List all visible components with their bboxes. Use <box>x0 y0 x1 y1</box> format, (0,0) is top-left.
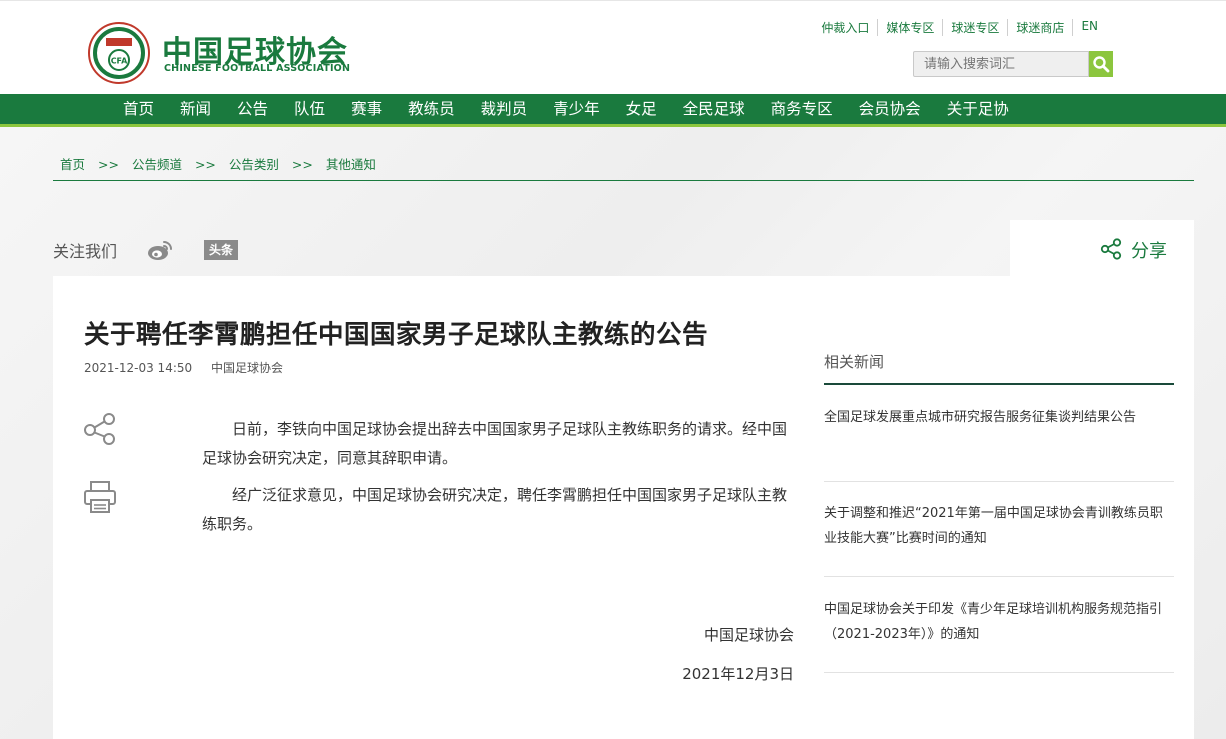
related-news-divider <box>824 383 1174 385</box>
logo-subtitle: CHINESE FOOTBALL ASSOCIATION <box>164 63 351 74</box>
nav-grassroots[interactable]: 全民足球 <box>670 94 758 124</box>
link-english[interactable]: EN <box>1072 19 1106 36</box>
link-arbitration[interactable]: 仲裁入口 <box>813 19 877 36</box>
search-box <box>913 51 1113 77</box>
toutiao-icon[interactable]: 头条 <box>204 240 238 260</box>
search-button[interactable] <box>1089 51 1113 77</box>
link-media[interactable]: 媒体专区 <box>877 19 942 36</box>
share-box[interactable]: 分享 <box>1010 220 1194 276</box>
follow-label: 关注我们 <box>53 242 118 261</box>
search-input[interactable] <box>913 51 1089 77</box>
nav-youth[interactable]: 青少年 <box>540 94 613 124</box>
article-paragraph: 日前，李铁向中国足球协会提出辞去中国国家男子足球队主教练职务的请求。经中国足球协… <box>202 420 788 467</box>
article-source: 中国足球协会 <box>210 361 283 375</box>
emblem-text: CFA <box>111 57 128 66</box>
nav-teams[interactable]: 队伍 <box>281 94 338 124</box>
nav-home[interactable]: 首页 <box>110 94 167 124</box>
related-news-title: 相关新闻 <box>824 353 885 371</box>
related-news-item[interactable]: 全国足球发展重点城市研究报告服务征集谈判结果公告 <box>824 405 1174 430</box>
nav-matches[interactable]: 赛事 <box>338 94 395 124</box>
breadcrumb-category[interactable]: 公告类别 <box>229 157 279 172</box>
breadcrumb-home[interactable]: 首页 <box>60 157 85 172</box>
print-icon[interactable] <box>83 480 117 514</box>
article-meta: 2021-12-03 14:50 中国足球协会 <box>84 359 298 376</box>
breadcrumb-separator: >> <box>194 157 216 172</box>
nav-members[interactable]: 会员协会 <box>846 94 934 124</box>
link-fans[interactable]: 球迷专区 <box>942 19 1007 36</box>
related-news-separator <box>824 481 1174 482</box>
article-paragraph: 经广泛征求意见，中国足球协会研究决定，聘任李霄鹏担任中国国家男子足球队主教练职务… <box>202 486 788 533</box>
article-signature: 中国足球协会 <box>703 626 794 644</box>
related-news-item[interactable]: 中国足球协会关于印发《青少年足球培训机构服务规范指引（2021-2023年）》的… <box>824 597 1174 647</box>
breadcrumb-separator: >> <box>98 157 119 172</box>
related-news-separator <box>824 576 1174 577</box>
article-body: 日前，李铁向中国足球协会提出辞去中国国家男子足球队主教练职务的请求。经中国足球协… <box>202 415 796 547</box>
article-datetime: 2021-12-03 14:50 <box>84 361 193 375</box>
nav-referees[interactable]: 裁判员 <box>468 94 541 124</box>
breadcrumb-channel[interactable]: 公告频道 <box>132 157 182 172</box>
related-news-item[interactable]: 关于调整和推迟“2021年第一届中国足球协会青训教练员职业技能大赛”比赛时间的通… <box>824 501 1174 551</box>
article-date: 2021年12月3日 <box>682 665 794 683</box>
search-icon <box>1093 56 1110 73</box>
nav-women[interactable]: 女足 <box>613 94 670 124</box>
share-icon <box>1100 238 1122 260</box>
main-nav: 首页 新闻 公告 队伍 赛事 教练员 裁判员 青少年 女足 全民足球 商务专区 … <box>0 94 1226 127</box>
nav-news[interactable]: 新闻 <box>167 94 224 124</box>
site-header: CFA 中国足球协会 CHINESE FOOTBALL ASSOCIATION … <box>0 0 1226 95</box>
breadcrumb: 首页 >> 公告频道 >> 公告类别 >> 其他通知 <box>60 154 385 173</box>
share-label: 分享 <box>1131 241 1167 262</box>
breadcrumb-divider <box>53 180 1194 181</box>
nav-about[interactable]: 关于足协 <box>934 94 1022 124</box>
top-links: 仲裁入口 媒体专区 球迷专区 球迷商店 EN <box>813 19 1106 36</box>
nav-announcements[interactable]: 公告 <box>224 94 281 124</box>
nav-business[interactable]: 商务专区 <box>758 94 846 124</box>
share-side-icon[interactable] <box>83 412 117 446</box>
weibo-icon[interactable] <box>147 239 173 261</box>
cfa-emblem-icon[interactable]: CFA <box>86 22 152 84</box>
article-title: 关于聘任李霄鹏担任中国国家男子足球队主教练的公告 <box>84 320 709 350</box>
link-store[interactable]: 球迷商店 <box>1007 19 1072 36</box>
breadcrumb-current[interactable]: 其他通知 <box>326 157 376 172</box>
related-news-separator <box>824 672 1174 673</box>
breadcrumb-separator: >> <box>291 157 313 172</box>
nav-coaches[interactable]: 教练员 <box>395 94 468 124</box>
